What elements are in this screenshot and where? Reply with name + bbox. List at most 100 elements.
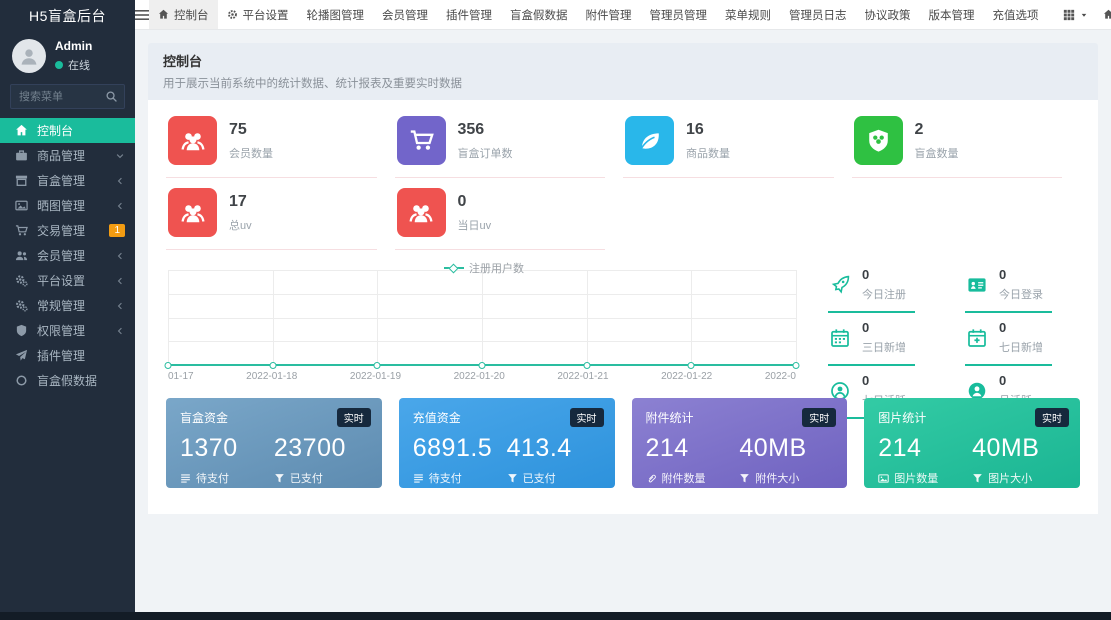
tab-dashboard[interactable]: 控制台	[149, 0, 218, 29]
sidebar-item-general[interactable]: 常规管理	[0, 293, 135, 318]
x-axis-labels: 01-17 2022-01-18 2022-01-19 2022-01-20 2…	[168, 371, 796, 382]
stat-value: 2	[915, 121, 959, 139]
money-card-attachment-stats: 附件统计 实时 214 附件数量 40MB 附件大小	[632, 398, 848, 488]
money-card-blindbox-funds: 盲盒资金 实时 1370 待支付 23700 已支付	[166, 398, 382, 488]
page-title: 控制台	[163, 51, 1083, 70]
stat-value: 16	[686, 121, 730, 139]
sidebar-item-goods[interactable]: 商品管理	[0, 143, 135, 168]
stat-card-blindboxes: 2 盲盒数量	[852, 106, 1063, 178]
users-icon	[168, 188, 217, 237]
tab-menu-rules[interactable]: 菜单规则	[716, 0, 780, 29]
home-icon	[14, 124, 29, 137]
tab-fake-data[interactable]: 盲盒假数据	[501, 0, 577, 29]
chart-legend[interactable]: 注册用户数	[166, 260, 802, 276]
sidebar-item-members[interactable]: 会员管理	[0, 243, 135, 268]
sidebar-item-permissions[interactable]: 权限管理	[0, 318, 135, 343]
stat-value: 0	[458, 193, 492, 211]
gear-icon	[227, 9, 238, 20]
menu-toggle-icon[interactable]	[135, 0, 149, 29]
id-card-icon	[965, 275, 989, 295]
sidebar-item-plugins[interactable]: 插件管理	[0, 343, 135, 368]
mini-stat-today-registered: 0今日注册	[828, 260, 943, 313]
image-icon	[878, 473, 889, 484]
mini-stats-grid: 0今日注册 0今日登录 0三日新增 0七日新增 0七日活跃	[828, 260, 1080, 382]
search-icon[interactable]	[105, 90, 118, 103]
stat-label: 当日uv	[458, 217, 492, 233]
tab-banner[interactable]: 轮播图管理	[298, 0, 374, 29]
mini-stat-7day-new: 0七日新增	[965, 313, 1080, 366]
card-value: 40MB	[739, 434, 833, 463]
funnel-icon	[972, 473, 983, 484]
stat-label: 盲盒订单数	[458, 145, 513, 161]
grid-menu-button[interactable]	[1063, 9, 1088, 21]
stat-card-empty	[852, 178, 1063, 250]
page-subtitle: 用于展示当前系统中的统计数据、统计报表及重要实时数据	[163, 75, 1083, 91]
chevron-left-icon	[115, 301, 125, 311]
mini-stat-today-login: 0今日登录	[965, 260, 1080, 313]
stat-label: 总uv	[229, 217, 252, 233]
avatar[interactable]	[12, 39, 46, 73]
sidebar-item-platform-settings[interactable]: 平台设置	[0, 268, 135, 293]
card-value: 413.4	[507, 434, 601, 463]
cogs-icon	[14, 274, 29, 287]
registered-users-chart: 注册用户数 01-17 2022-01-18 2	[166, 260, 802, 382]
sidebar-item-label: 交易管理	[37, 222, 85, 239]
users-icon	[168, 116, 217, 165]
topbar: 控制台 平台设置 轮播图管理 会员管理 插件管理 盲盒假数据 附件管理 管理员管…	[135, 0, 1111, 30]
sidebar-item-label: 盲盒假数据	[37, 372, 97, 389]
tab-version[interactable]: 版本管理	[920, 0, 984, 29]
list-icon	[413, 473, 424, 484]
calendar-plus-icon	[965, 328, 989, 348]
users-icon	[397, 188, 446, 237]
stat-card-orders: 356 盲盒订单数	[395, 106, 606, 178]
card-value: 214	[646, 434, 740, 463]
sidebar-item-label: 插件管理	[37, 347, 85, 364]
user-block: Admin 在线	[0, 32, 135, 78]
realtime-badge: 实时	[337, 408, 371, 427]
paperclip-icon	[646, 473, 657, 484]
calendar-icon	[828, 328, 852, 348]
chevron-left-icon	[115, 276, 125, 286]
funnel-icon	[507, 473, 518, 484]
footer-bar	[0, 612, 1111, 620]
topbar-right: 主页 清除缓存 Admin	[1048, 0, 1111, 29]
sidebar-item-label: 盲盒管理	[37, 172, 85, 189]
card-value: 6891.5	[413, 434, 507, 463]
home-icon	[158, 9, 169, 20]
realtime-badge: 实时	[802, 408, 836, 427]
stat-value: 17	[229, 193, 252, 211]
tab-attachments[interactable]: 附件管理	[577, 0, 641, 29]
sidebar-menu: 控制台 商品管理 盲盒管理 晒图管理 交易管理 1 会员管理	[0, 118, 135, 393]
users-icon	[14, 249, 29, 262]
home-icon	[1103, 9, 1111, 20]
stat-card-products: 16 商品数量	[623, 106, 834, 178]
tab-platform-settings[interactable]: 平台设置	[218, 0, 298, 29]
stat-card-members: 75 会员数量	[166, 106, 377, 178]
chevron-left-icon	[115, 201, 125, 211]
main-content: 控制台 用于展示当前系统中的统计数据、统计报表及重要实时数据 75 会员数量 3…	[135, 30, 1111, 612]
tab-plugins[interactable]: 插件管理	[437, 0, 501, 29]
sidebar-search	[10, 84, 125, 109]
chevron-left-icon	[115, 326, 125, 336]
sidebar-item-dashboard[interactable]: 控制台	[0, 118, 135, 143]
tab-recharge-options[interactable]: 充值选项	[984, 0, 1048, 29]
sidebar-item-blindbox[interactable]: 盲盒管理	[0, 168, 135, 193]
sidebar-item-fake-data[interactable]: 盲盒假数据	[0, 368, 135, 393]
tab-admin-log[interactable]: 管理员日志	[780, 0, 856, 29]
stat-card-total-uv: 17 总uv	[166, 178, 377, 250]
user-icon	[19, 46, 39, 66]
tab-policy[interactable]: 协议政策	[856, 0, 920, 29]
data-point	[583, 362, 590, 369]
funnel-icon	[739, 473, 750, 484]
home-button[interactable]: 主页	[1103, 6, 1111, 23]
users-shield-icon	[854, 116, 903, 165]
sidebar-item-photos[interactable]: 晒图管理	[0, 193, 135, 218]
tab-admins[interactable]: 管理员管理	[641, 0, 717, 29]
tab-members[interactable]: 会员管理	[373, 0, 437, 29]
data-point	[269, 362, 276, 369]
card-value: 1370	[180, 434, 274, 463]
sidebar-item-trade[interactable]: 交易管理 1	[0, 218, 135, 243]
sidebar-item-label: 会员管理	[37, 247, 85, 264]
realtime-badge: 实时	[1035, 408, 1069, 427]
cart-icon	[14, 224, 29, 237]
